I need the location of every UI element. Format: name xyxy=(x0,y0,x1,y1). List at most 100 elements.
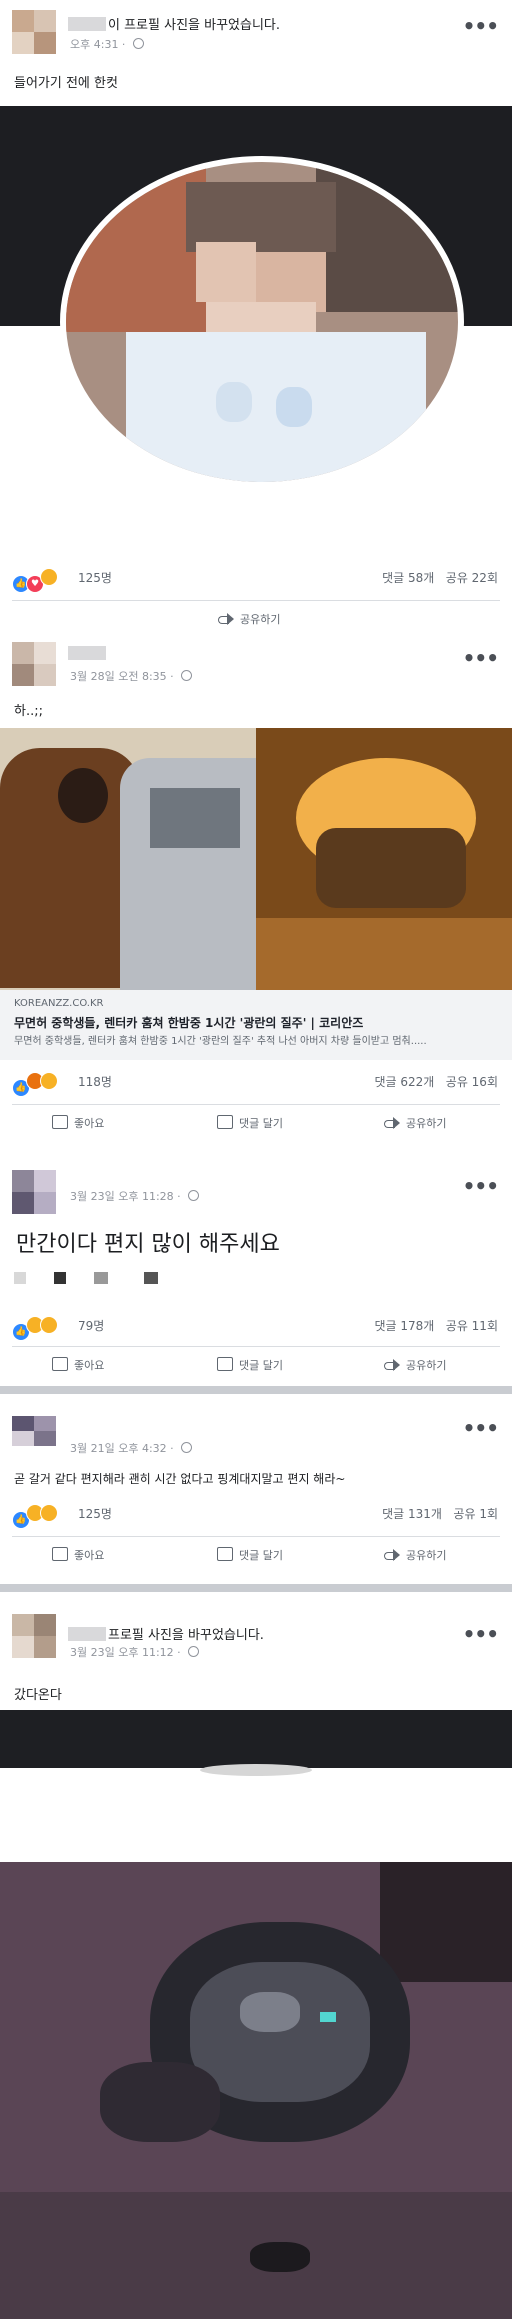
reaction-icons[interactable]: 👍 xyxy=(12,1316,58,1341)
more-options-icon[interactable]: ••• xyxy=(463,1416,499,1440)
author-name[interactable]: 프로필 사진을 바꾸었습니다. xyxy=(68,1624,264,1643)
post-header: 프로필 사진을 바꾸었습니다. 3월 23일 오후 11:12 · ••• xyxy=(0,1592,512,1659)
action-bar: 좋아요 댓글 달기 공유하기 xyxy=(12,1104,500,1143)
blurred-name xyxy=(68,17,106,31)
post-separator xyxy=(0,1386,512,1394)
reaction-icons[interactable]: 👍 xyxy=(12,1504,58,1529)
cover-area[interactable] xyxy=(0,106,512,488)
timestamp[interactable]: 3월 21일 오후 4:32 · xyxy=(70,1442,177,1455)
avatar[interactable] xyxy=(12,1170,56,1214)
profile-photo[interactable] xyxy=(60,156,464,488)
author-name[interactable] xyxy=(68,646,108,662)
post-text: 들어가기 전에 한컷 xyxy=(14,76,118,91)
comment-button[interactable]: 댓글 달기 xyxy=(217,1357,283,1373)
more-options-icon[interactable]: ••• xyxy=(463,1174,499,1198)
like-label: 좋아요 xyxy=(74,1549,105,1562)
timestamp[interactable]: 3월 28일 오전 8:35 · xyxy=(70,670,177,683)
reaction-count[interactable]: 125명 xyxy=(78,569,112,586)
comment-button[interactable]: 댓글 달기 xyxy=(217,1547,283,1563)
comment-icon xyxy=(217,1357,233,1371)
author-name[interactable]: 이 프로필 사진을 바꾸었습니다. xyxy=(68,14,280,33)
share-label: 공유하기 xyxy=(406,1359,447,1372)
timestamp[interactable]: 3월 23일 오후 11:12 · xyxy=(70,1646,184,1659)
post-text-large: 3월 23일 오후 11:28 · ••• 만간이다 편지 많이 해주세요 👍 … xyxy=(0,1160,512,1386)
share-button[interactable]: 공유하기 xyxy=(384,1547,446,1563)
post-meta: 오후 4:31 · xyxy=(70,36,144,52)
comment-count[interactable]: 댓글 58개 xyxy=(382,571,434,585)
comment-count[interactable]: 댓글 622개 xyxy=(374,1075,434,1089)
avatar[interactable] xyxy=(12,642,56,686)
post-separator xyxy=(0,1584,512,1592)
comment-label: 댓글 달기 xyxy=(239,1549,283,1562)
sad-reaction-icon xyxy=(40,1072,58,1090)
post-meta: 3월 28일 오전 8:35 · xyxy=(70,668,193,684)
share-count[interactable]: 공유 16회 xyxy=(446,1075,498,1089)
thumbs-up-icon xyxy=(52,1547,68,1561)
blurred-name xyxy=(68,1627,106,1641)
comment-count[interactable]: 댓글 131개 xyxy=(382,1507,442,1521)
comment-label: 댓글 달기 xyxy=(239,1117,283,1130)
link-title: 무면허 중학생들, 렌터카 훔쳐 한밤중 1시간 '광란의 질주' | 코리안즈 xyxy=(14,1016,364,1030)
post-text: 3월 21일 오후 4:32 · ••• 곧 갈거 같다 편지해라 괜히 시간 … xyxy=(0,1394,512,1584)
sad-reaction-icon xyxy=(40,1504,58,1522)
reaction-icons[interactable]: 👍 xyxy=(12,1072,58,1097)
haha-reaction-icon xyxy=(40,568,58,586)
share-arrow-icon xyxy=(218,613,234,625)
share-count[interactable]: 공유 22회 xyxy=(446,571,498,585)
like-button[interactable]: 좋아요 xyxy=(52,1547,104,1563)
post-text: 만간이다 편지 많이 해주세요 xyxy=(16,1232,280,1257)
share-button[interactable]: 공유하기 xyxy=(384,1115,446,1131)
share-button[interactable]: 공유하기 xyxy=(218,611,280,627)
more-options-icon[interactable]: ••• xyxy=(463,646,499,670)
reaction-bar: 👍 79명 댓글 178개 공유 11회 xyxy=(0,1308,512,1342)
post-stats: 댓글 58개 공유 22회 xyxy=(382,569,498,586)
blurred-name xyxy=(68,646,106,660)
reaction-count[interactable]: 118명 xyxy=(78,1073,112,1090)
globe-icon xyxy=(188,1190,200,1201)
post-header: 3월 21일 오후 4:32 · ••• xyxy=(0,1394,512,1458)
share-label: 공유하기 xyxy=(240,613,281,626)
share-label: 공유하기 xyxy=(406,1117,447,1130)
like-button[interactable]: 좋아요 xyxy=(52,1115,104,1131)
post-meta: 3월 21일 오후 4:32 · xyxy=(70,1440,193,1456)
globe-icon xyxy=(132,38,144,49)
link-info[interactable]: KOREANZZ.CO.KR 무면허 중학생들, 렌터카 훔쳐 한밤중 1시간 … xyxy=(0,990,512,1060)
avatar[interactable] xyxy=(12,1614,56,1658)
link-preview[interactable] xyxy=(0,728,512,990)
link-domain: KOREANZZ.CO.KR xyxy=(14,998,104,1009)
link-description: 무면허 중학생들, 렌터카 훔쳐 한밤중 1시간 '광란의 질주' 추적 나선 … xyxy=(14,1036,427,1047)
like-label: 좋아요 xyxy=(74,1359,105,1372)
comment-count[interactable]: 댓글 178개 xyxy=(374,1319,434,1333)
share-arrow-icon xyxy=(384,1359,400,1371)
sad-reaction-icon xyxy=(40,1316,58,1334)
like-button[interactable]: 좋아요 xyxy=(52,1357,104,1373)
post-header: 이 프로필 사진을 바꾸었습니다. 오후 4:31 · ••• xyxy=(0,0,512,64)
share-arrow-icon xyxy=(384,1549,400,1561)
share-button[interactable]: 공유하기 xyxy=(384,1357,446,1373)
more-options-icon[interactable]: ••• xyxy=(463,1622,499,1646)
share-count[interactable]: 공유 11회 xyxy=(446,1319,498,1333)
reaction-icons[interactable]: 👍 ♥ xyxy=(12,568,58,593)
avatar[interactable] xyxy=(12,1416,56,1446)
profile-change-text: 이 프로필 사진을 바꾸었습니다. xyxy=(108,18,281,33)
thumbs-up-icon xyxy=(52,1357,68,1371)
share-count[interactable]: 공유 1회 xyxy=(453,1507,498,1521)
avatar[interactable] xyxy=(12,10,56,54)
timestamp[interactable]: 3월 23일 오후 11:28 · xyxy=(70,1190,184,1203)
timestamp[interactable]: 오후 4:31 · xyxy=(70,38,129,51)
post-profile-photo: 프로필 사진을 바꾸었습니다. 3월 23일 오후 11:12 · ••• 갔다… xyxy=(0,1592,512,2319)
cover-dark-band xyxy=(0,1710,512,1768)
comment-button[interactable]: 댓글 달기 xyxy=(217,1115,283,1131)
accident-photo[interactable] xyxy=(0,1862,512,2319)
reaction-count[interactable]: 79명 xyxy=(78,1317,104,1334)
reaction-count[interactable]: 125명 xyxy=(78,1505,112,1522)
reaction-bar: 👍 ♥ 125명 댓글 58개 공유 22회 xyxy=(0,560,512,594)
like-label: 좋아요 xyxy=(74,1117,105,1130)
post-profile-photo: 이 프로필 사진을 바꾸었습니다. 오후 4:31 · ••• 들어가기 전에 … xyxy=(0,0,512,632)
post-stats: 댓글 622개 공유 16회 xyxy=(374,1073,498,1090)
post-stats: 댓글 178개 공유 11회 xyxy=(374,1317,498,1334)
share-arrow-icon xyxy=(384,1117,400,1129)
more-options-icon[interactable]: ••• xyxy=(463,14,499,38)
thumbs-up-icon xyxy=(52,1115,68,1129)
globe-icon xyxy=(188,1646,200,1657)
